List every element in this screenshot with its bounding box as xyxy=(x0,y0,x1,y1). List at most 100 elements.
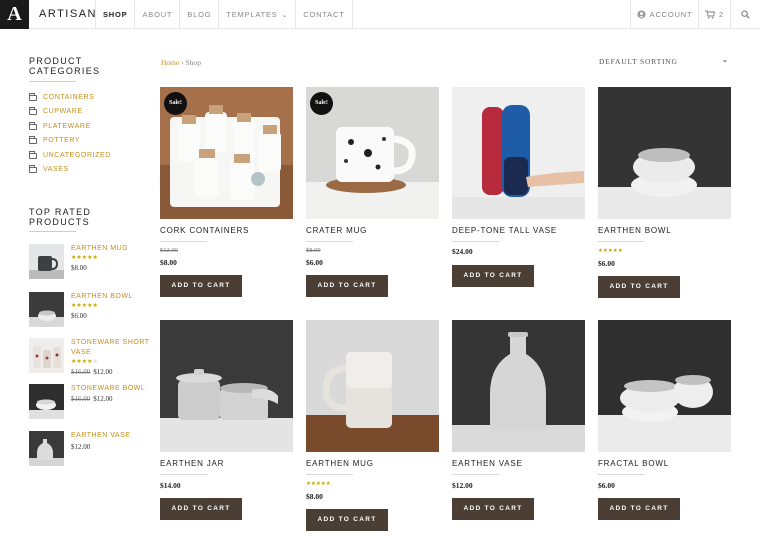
category-item-containers[interactable]: CONTAINERS xyxy=(29,93,111,107)
product-image[interactable] xyxy=(306,320,439,452)
product-name[interactable]: EARTHEN JAR xyxy=(160,459,224,469)
folder-icon xyxy=(29,121,37,130)
star-rating: ★★★★★ xyxy=(306,481,331,487)
chevron-down-icon: ⌄ xyxy=(721,55,729,64)
top-rated-name[interactable]: EARTHEN BOWL xyxy=(71,292,161,302)
product-thumbnail[interactable] xyxy=(29,338,64,373)
star-rating: ★★★★★ xyxy=(71,255,98,261)
product-thumbnail[interactable] xyxy=(29,292,64,327)
divider xyxy=(598,241,645,242)
top-rated-name[interactable]: STONEWARE BOWL xyxy=(71,384,161,394)
divider xyxy=(160,474,207,475)
star-rating: ★★★★★ xyxy=(71,303,98,309)
user-icon xyxy=(637,10,646,19)
add-to-cart-button[interactable]: ADD TO CART xyxy=(160,498,242,520)
cart-count: 2 xyxy=(719,10,724,19)
product-image[interactable] xyxy=(160,320,293,452)
account-link[interactable]: ACCOUNT xyxy=(630,0,698,29)
nav-item-contact[interactable]: CONTACT xyxy=(296,0,353,29)
top-rated-name[interactable]: EARTHEN VASE xyxy=(71,431,161,441)
product-old-price: $12.00 xyxy=(160,247,178,254)
category-item-uncategorized[interactable]: UNCATEGORIZED xyxy=(29,150,111,165)
folder-icon xyxy=(29,150,37,159)
divider xyxy=(29,231,76,232)
product-name[interactable]: EARTHEN MUG xyxy=(306,459,374,469)
top-rated-price: $16.00 $12.00 xyxy=(71,395,113,403)
product-price: $8.00 xyxy=(160,258,177,267)
top-rated-price: $12.00 xyxy=(71,443,91,451)
breadcrumb: Home › Shop xyxy=(161,58,201,67)
product-image[interactable] xyxy=(452,320,585,452)
add-to-cart-button[interactable]: ADD TO CART xyxy=(306,509,388,531)
top-rated-name[interactable]: EARTHEN MUG xyxy=(71,244,161,254)
product-image[interactable] xyxy=(598,320,731,452)
product-name[interactable]: DEEP-TONE TALL VASE xyxy=(452,226,557,236)
divider xyxy=(306,474,353,475)
product-price: $24.00 xyxy=(452,247,473,256)
top-rated-price: $8.00 xyxy=(71,264,87,272)
star-rating: ★★★★★ xyxy=(71,359,98,365)
sorting-select[interactable]: DEFAULT SORTING ⌄ xyxy=(599,55,729,69)
header-actions: ACCOUNT 2 xyxy=(630,0,760,29)
product-old-price: $8.00 xyxy=(306,247,321,254)
divider xyxy=(452,474,499,475)
logo[interactable]: A xyxy=(0,0,29,29)
product-image[interactable] xyxy=(598,87,731,219)
product-price: $6.00 xyxy=(306,258,323,267)
category-item-vases[interactable]: VASES xyxy=(29,164,111,179)
cart-icon xyxy=(705,10,715,19)
product-name[interactable]: EARTHEN BOWL xyxy=(598,226,671,236)
search-button[interactable] xyxy=(730,0,760,29)
product-name[interactable]: EARTHEN VASE xyxy=(452,459,523,469)
add-to-cart-button[interactable]: ADD TO CART xyxy=(598,498,680,520)
top-rated-name[interactable]: STONEWARE SHORT VASE xyxy=(71,338,161,358)
add-to-cart-button[interactable]: ADD TO CART xyxy=(452,498,534,520)
category-item-cupware[interactable]: CUPWARE xyxy=(29,107,111,121)
sale-badge: Sale! xyxy=(164,92,187,115)
folder-icon xyxy=(29,107,37,116)
add-to-cart-button[interactable]: ADD TO CART xyxy=(452,265,534,287)
folder-icon xyxy=(29,164,37,173)
product-name[interactable]: CRATER MUG xyxy=(306,226,367,236)
divider xyxy=(160,241,207,242)
folder-icon xyxy=(29,93,37,101)
product-name[interactable]: FRACTAL BOWL xyxy=(598,459,669,469)
main-nav: SHOP ABOUT BLOG TEMPLATES ⌄ CONTACT xyxy=(95,0,353,29)
add-to-cart-button[interactable]: ADD TO CART xyxy=(306,275,388,297)
cart-link[interactable]: 2 xyxy=(698,0,730,29)
brand-name[interactable]: ARTISAN xyxy=(39,0,97,29)
site-header: A ARTISAN SHOP ABOUT BLOG TEMPLATES ⌄ CON… xyxy=(0,0,760,29)
product-thumbnail[interactable] xyxy=(29,384,64,419)
divider xyxy=(29,81,76,82)
category-item-plateware[interactable]: PLATEWARE xyxy=(29,121,111,136)
add-to-cart-button[interactable]: ADD TO CART xyxy=(160,275,242,297)
divider xyxy=(452,241,499,242)
search-icon xyxy=(741,10,750,19)
nav-item-blog[interactable]: BLOG xyxy=(180,0,220,29)
product-categories-title: PRODUCT CATEGORIES xyxy=(29,56,101,76)
top-rated-price: $16.00 $12.00 xyxy=(71,368,113,376)
nav-item-shop[interactable]: SHOP xyxy=(96,0,136,29)
add-to-cart-button[interactable]: ADD TO CART xyxy=(598,276,680,298)
folder-icon xyxy=(29,136,37,145)
sale-badge: Sale! xyxy=(310,92,333,115)
breadcrumb-separator: › xyxy=(181,58,184,67)
category-item-pottery[interactable]: POTTERY xyxy=(29,136,111,150)
product-name[interactable]: CORK CONTAINERS xyxy=(160,226,249,236)
product-price: $6.00 xyxy=(598,259,615,268)
product-price: $8.00 xyxy=(306,492,323,501)
breadcrumb-current: Shop xyxy=(185,58,202,67)
breadcrumb-home[interactable]: Home xyxy=(161,58,179,67)
nav-item-about[interactable]: ABOUT xyxy=(135,0,181,29)
top-rated-title: TOP RATED PRODUCTS xyxy=(29,207,92,227)
nav-item-templates[interactable]: TEMPLATES ⌄ xyxy=(219,0,297,29)
product-price: $6.00 xyxy=(598,481,615,490)
divider xyxy=(306,241,353,242)
category-list: CONTAINERS CUPWARE PLATEWARE POTTERY UNC… xyxy=(29,93,111,179)
product-thumbnail[interactable] xyxy=(29,244,64,279)
product-image[interactable] xyxy=(452,87,585,219)
product-thumbnail[interactable] xyxy=(29,431,64,466)
product-price: $12.00 xyxy=(452,481,473,490)
chevron-down-icon: ⌄ xyxy=(281,12,289,19)
star-rating: ★★★★★ xyxy=(598,248,623,254)
